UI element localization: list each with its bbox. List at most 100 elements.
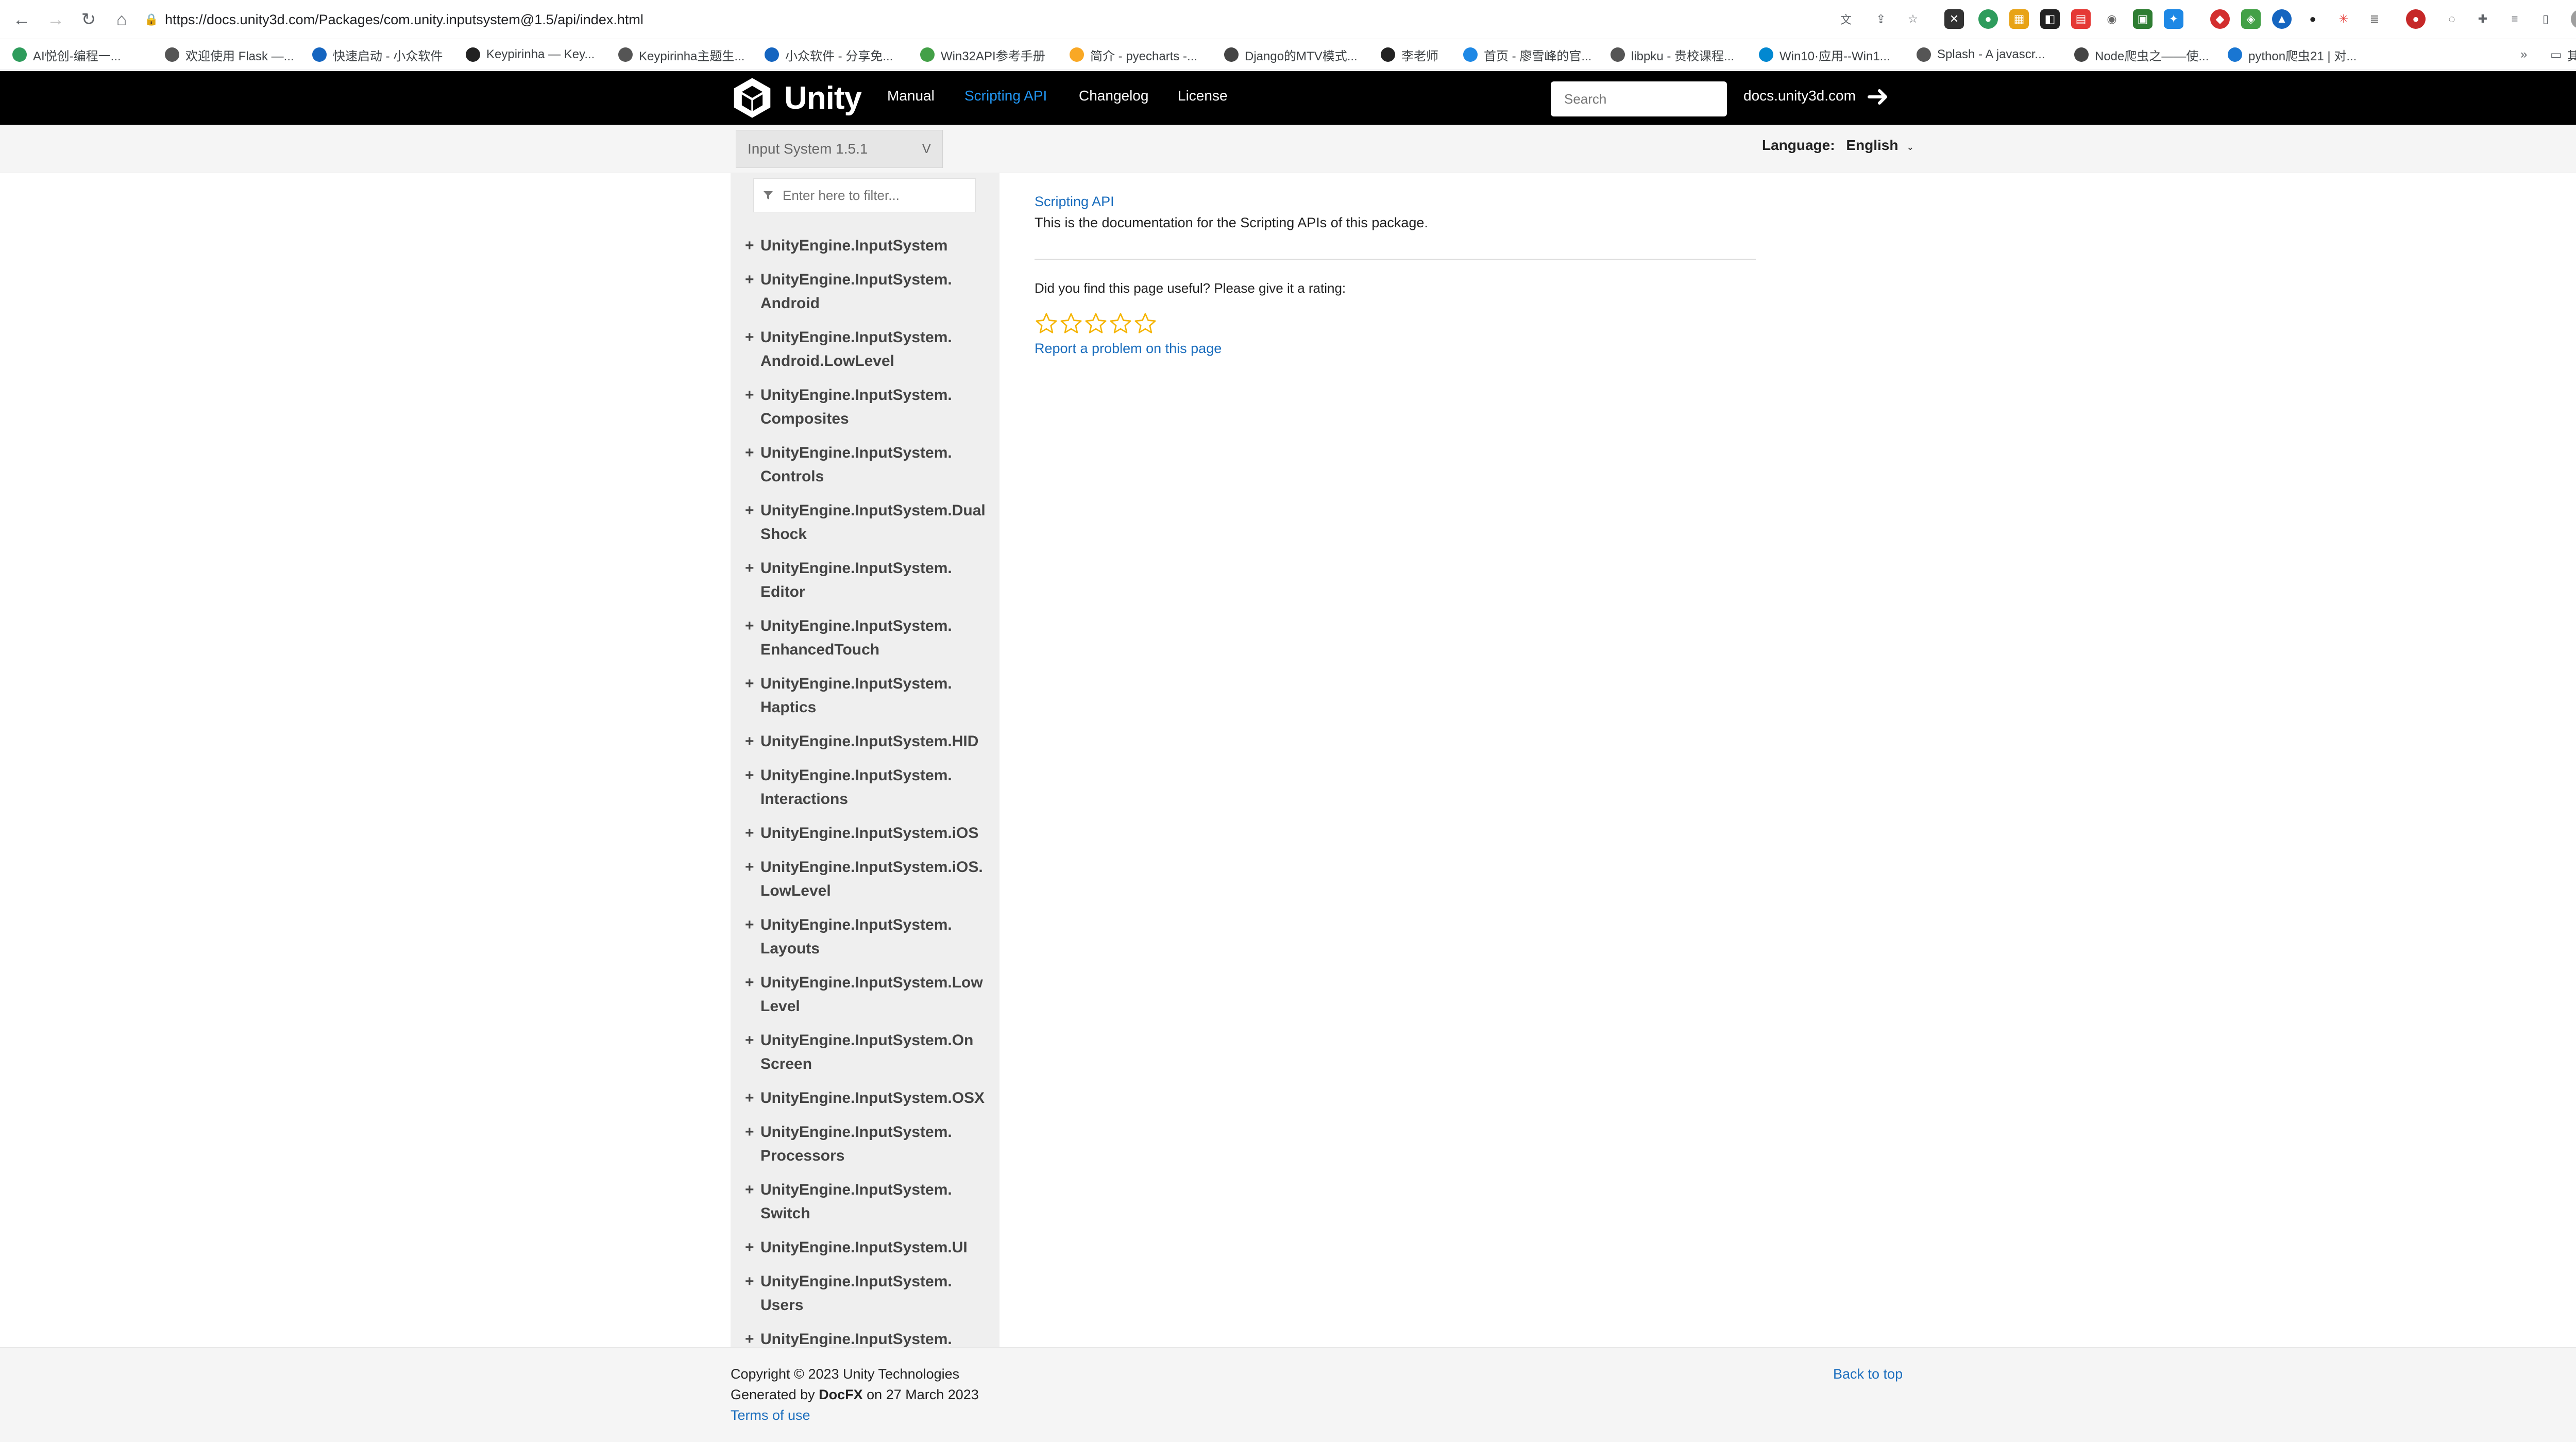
bookmark-item[interactable]: 欢迎使用 Flask —... xyxy=(165,44,294,65)
expand-plus-icon[interactable]: + xyxy=(745,326,754,349)
bookmark-item[interactable]: 简介 - pyecharts -... xyxy=(1070,44,1197,65)
share-icon[interactable]: ⇪ xyxy=(1871,9,1891,29)
filter-input[interactable] xyxy=(783,187,968,204)
tree-item[interactable]: + UnityEngine.InputSystem.iOS. LowLevel xyxy=(745,856,996,903)
home-icon[interactable]: ⌂ xyxy=(109,7,134,32)
tree-item[interactable]: + UnityEngine.InputSystem. Editor xyxy=(745,557,996,604)
extension-doc-icon[interactable]: ▣ xyxy=(2133,9,2153,29)
extension-bird-icon[interactable]: ✦ xyxy=(2164,9,2183,29)
tree-item[interactable]: + UnityEngine.InputSystem. Controls xyxy=(745,441,996,489)
bookmark-item[interactable]: AI悦创-编程一... xyxy=(12,44,121,65)
breadcrumb[interactable]: Scripting API xyxy=(1035,194,1756,210)
bookmark-item[interactable]: Keypirinha主题生... xyxy=(618,44,744,65)
bookmark-item[interactable]: Keypirinha — Key... xyxy=(466,44,595,65)
tree-item[interactable]: + UnityEngine.InputSystem. Switch xyxy=(745,1178,996,1226)
tree-item[interactable]: + UnityEngine.InputSystem.Dual Shock xyxy=(745,499,996,546)
tree-item[interactable]: + UnityEngine.InputSystem. xyxy=(745,1328,996,1347)
site-search-input[interactable] xyxy=(1551,81,1727,116)
tree-item[interactable]: + UnityEngine.InputSystem xyxy=(745,234,996,258)
bookmark-item[interactable]: 李老师 xyxy=(1381,44,1438,65)
translate-icon[interactable]: 文 xyxy=(1836,9,1856,29)
unity-logo[interactable]: Unity xyxy=(731,76,862,120)
expand-plus-icon[interactable]: + xyxy=(745,383,754,407)
version-dropdown[interactable]: Input System 1.5.1 V xyxy=(736,130,943,168)
tree-item[interactable]: + UnityEngine.InputSystem.Low Level xyxy=(745,971,996,1018)
tree-item[interactable]: + UnityEngine.InputSystem. Haptics xyxy=(745,672,996,719)
bookmark-item[interactable]: Node爬虫之——使... xyxy=(2074,44,2209,65)
expand-plus-icon[interactable]: + xyxy=(745,234,754,258)
expand-plus-icon[interactable]: + xyxy=(745,730,754,753)
expand-plus-icon[interactable]: + xyxy=(745,268,754,292)
language-selector[interactable]: Language: English ⌄ xyxy=(1762,137,1914,154)
nav-changelog[interactable]: Changelog xyxy=(1079,88,1148,104)
github-icon[interactable]: ● xyxy=(2303,9,2323,29)
terms-of-use-link[interactable]: Terms of use xyxy=(731,1407,810,1423)
expand-plus-icon[interactable]: + xyxy=(745,1120,754,1144)
tree-item[interactable]: + UnityEngine.InputSystem.On Screen xyxy=(745,1029,996,1076)
star-icon[interactable] xyxy=(1059,312,1083,336)
extension-shield-icon[interactable]: ◈ xyxy=(2241,9,2261,29)
tree-item[interactable]: + UnityEngine.InputSystem.OSX xyxy=(745,1086,996,1110)
tree-item[interactable]: + UnityEngine.InputSystem. Android.LowLev… xyxy=(745,326,996,373)
back-arrow-icon[interactable]: ← xyxy=(9,7,34,32)
extension-tree-icon[interactable]: ≣ xyxy=(2365,9,2384,29)
expand-plus-icon[interactable]: + xyxy=(745,821,754,845)
side-panel-icon[interactable]: ▯ xyxy=(2536,9,2555,29)
tree-item[interactable]: + UnityEngine.InputSystem.HID xyxy=(745,730,996,753)
docs-site-link[interactable]: docs.unity3d.com xyxy=(1743,88,1856,104)
report-problem-link[interactable]: Report a problem on this page xyxy=(1035,341,1756,357)
reading-list-icon[interactable]: ≡ xyxy=(2505,9,2524,29)
bookmark-item[interactable]: 首页 - 廖雪峰的官... xyxy=(1463,44,1591,65)
expand-plus-icon[interactable]: + xyxy=(745,1178,754,1202)
other-bookmarks-folder[interactable]: ▭ 其他书签 xyxy=(2550,44,2576,65)
expand-plus-icon[interactable]: + xyxy=(745,764,754,787)
expand-plus-icon[interactable]: + xyxy=(745,499,754,523)
expand-plus-icon[interactable]: + xyxy=(745,971,754,995)
extension-spark-icon[interactable]: ✳ xyxy=(2334,9,2353,29)
more-bookmarks-button[interactable]: » xyxy=(2520,44,2527,65)
tree-item[interactable]: + UnityEngine.InputSystem. Users xyxy=(745,1270,996,1317)
extension-record-icon[interactable]: ● xyxy=(2406,9,2426,29)
filter-field[interactable] xyxy=(753,178,976,212)
expand-plus-icon[interactable]: + xyxy=(745,1086,754,1110)
bookmark-item[interactable]: Win10·应用--Win1... xyxy=(1759,44,1890,65)
extension-palette-icon[interactable]: ▦ xyxy=(2009,9,2029,29)
expand-plus-icon[interactable]: + xyxy=(745,856,754,879)
expand-plus-icon[interactable]: + xyxy=(745,441,754,465)
star-icon[interactable] xyxy=(1109,312,1132,336)
expand-plus-icon[interactable]: + xyxy=(745,614,754,638)
profile-avatar-icon[interactable]: ☺ xyxy=(2571,9,2576,29)
tree-item[interactable]: + UnityEngine.InputSystem. Android xyxy=(745,268,996,315)
nav-manual[interactable]: Manual xyxy=(887,88,935,104)
tree-item[interactable]: + UnityEngine.InputSystem. EnhancedTouch xyxy=(745,614,996,662)
expand-plus-icon[interactable]: + xyxy=(745,557,754,580)
star-icon[interactable] xyxy=(1084,312,1108,336)
bookmark-item[interactable]: Splash - A javascr... xyxy=(1917,44,2045,65)
expand-plus-icon[interactable]: + xyxy=(745,1236,754,1260)
bookmark-item[interactable]: python爬虫21 | 对... xyxy=(2228,44,2357,65)
extension-pdf-icon[interactable]: ▤ xyxy=(2071,9,2091,29)
expand-plus-icon[interactable]: + xyxy=(745,1328,754,1347)
expand-plus-icon[interactable]: + xyxy=(745,1270,754,1294)
star-icon[interactable] xyxy=(1133,312,1157,336)
tree-item[interactable]: + UnityEngine.InputSystem.iOS xyxy=(745,821,996,845)
nav-scripting-api[interactable]: Scripting API xyxy=(964,88,1047,104)
back-to-top-link[interactable]: Back to top xyxy=(1833,1366,1903,1382)
tree-item[interactable]: + UnityEngine.InputSystem. Layouts xyxy=(745,913,996,961)
forward-arrow-icon[interactable]: → xyxy=(43,7,68,32)
extension-green-icon[interactable]: ● xyxy=(1978,9,1998,29)
tree-item[interactable]: + UnityEngine.InputSystem. Composites xyxy=(745,383,996,431)
arrow-right-icon[interactable] xyxy=(1866,85,1891,109)
extension-x-icon[interactable]: ✕ xyxy=(1944,9,1964,29)
star-icon[interactable] xyxy=(1035,312,1058,336)
reload-icon[interactable]: ↻ xyxy=(76,7,101,32)
tree-item[interactable]: + UnityEngine.InputSystem.UI xyxy=(745,1236,996,1260)
star-rating[interactable] xyxy=(1035,312,1756,336)
extension-ghost-icon[interactable]: ◌ xyxy=(2442,9,2462,29)
bookmark-item[interactable]: Win32API参考手册 xyxy=(920,44,1045,65)
extension-red-icon[interactable]: ◆ xyxy=(2210,9,2230,29)
bookmark-item[interactable]: 小众软件 - 分享免... xyxy=(765,44,893,65)
expand-plus-icon[interactable]: + xyxy=(745,1029,754,1052)
extension-triangle-icon[interactable]: ▲ xyxy=(2272,9,2292,29)
camera-icon[interactable]: ◉ xyxy=(2102,9,2122,29)
